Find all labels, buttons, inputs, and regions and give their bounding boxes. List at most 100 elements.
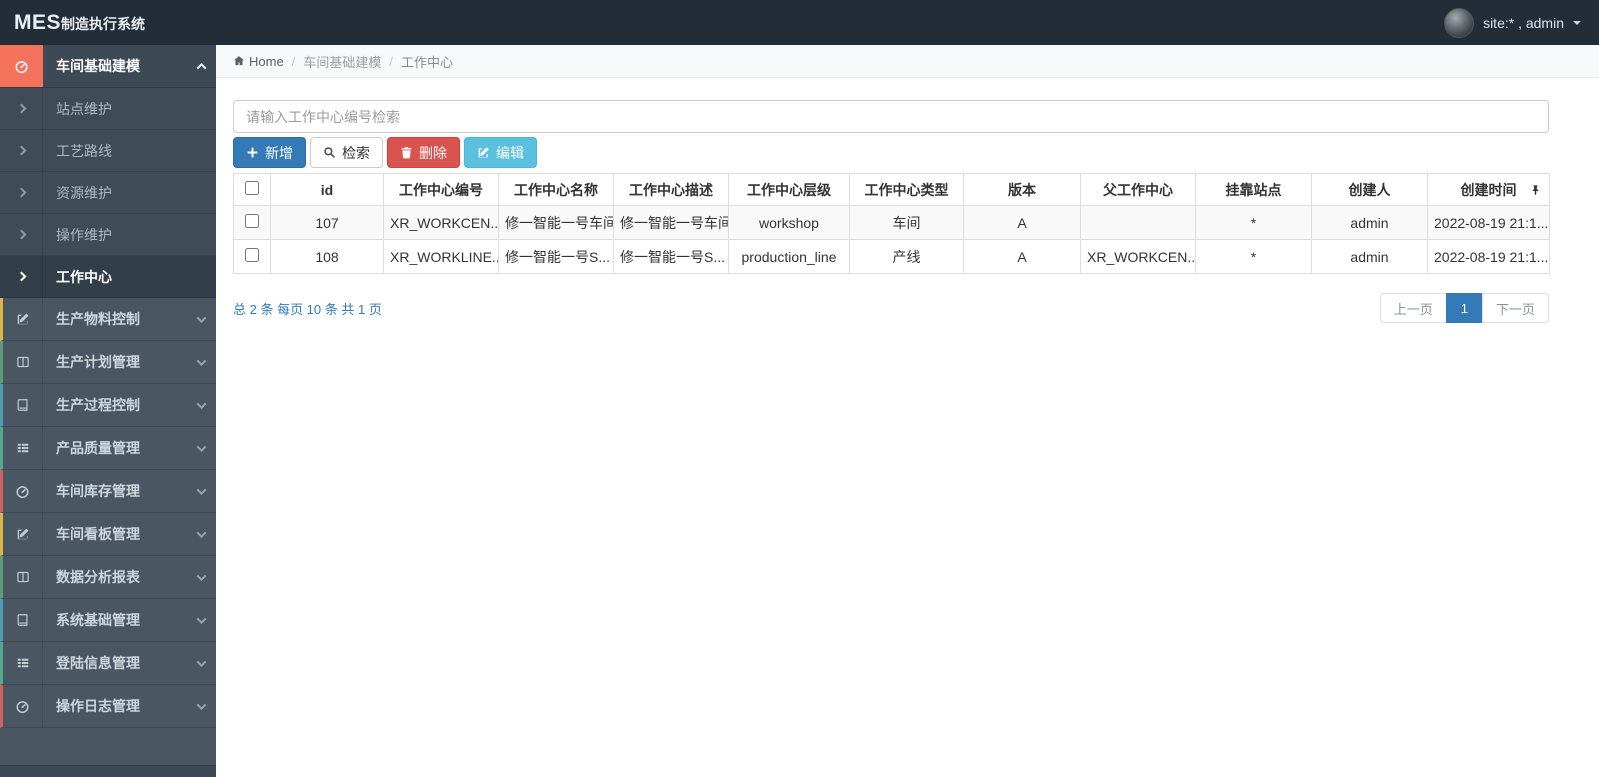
column-header-code: 工作中心编号 <box>383 173 499 206</box>
sidebar-section-label: 车间库存管理 <box>56 483 140 499</box>
cell-level: workshop <box>728 205 850 240</box>
cell-site: * <box>1195 239 1312 274</box>
column-header-description: 工作中心描述 <box>613 173 729 206</box>
column-header-created-time-label: 创建时间 <box>1460 181 1517 198</box>
sidebar-section-label: 车间看板管理 <box>56 526 140 542</box>
sidebar-section-inventory-management[interactable]: 车间库存管理 <box>0 470 216 513</box>
chevron-down-icon <box>186 642 216 684</box>
row-checkbox[interactable] <box>245 248 259 262</box>
caret-down-icon <box>1573 20 1581 25</box>
sidebar-section-plan-management[interactable]: 生产计划管理 <box>0 341 216 384</box>
trash-icon <box>400 146 413 159</box>
column-header-parent: 父工作中心 <box>1080 173 1196 206</box>
sidebar-section-label: 数据分析报表 <box>56 569 140 585</box>
delete-button[interactable]: 删除 <box>387 137 460 168</box>
page-1-button[interactable]: 1 <box>1445 293 1483 323</box>
sidebar: 车间基础建模 站点维护 工艺路线 资源维护 操作维护 工作中心 生产物料控制 生… <box>0 45 216 777</box>
user-menu[interactable]: site:* , admin <box>1444 7 1599 38</box>
select-all-checkbox[interactable] <box>245 181 259 195</box>
user-menu-label: site:* , admin <box>1483 14 1564 31</box>
cell-name: 修一智能一号S... <box>498 239 614 274</box>
search-button[interactable]: 检索 <box>310 137 383 168</box>
columns-icon <box>3 556 43 598</box>
cell-type: 车间 <box>849 205 964 240</box>
sidebar-section-operation-logs[interactable]: 操作日志管理 <box>0 685 216 728</box>
cell-created-time: 2022-08-19 21:1... <box>1427 239 1550 274</box>
column-header-version: 版本 <box>963 173 1081 206</box>
sidebar-item-label: 站点维护 <box>56 100 112 117</box>
column-header-created-time: 创建时间 <box>1427 173 1550 206</box>
chevron-down-icon <box>186 341 216 383</box>
sidebar-item-work-center[interactable]: 工作中心 <box>0 256 216 298</box>
sidebar-item-operation-maintenance[interactable]: 操作维护 <box>0 214 216 256</box>
sidebar-section-login-info[interactable]: 登陆信息管理 <box>0 642 216 685</box>
cell-name: 修一智能一号车间 <box>498 205 614 240</box>
sidebar-section-label: 产品质量管理 <box>56 440 140 456</box>
chevron-down-icon <box>186 599 216 641</box>
chevron-down-icon <box>186 298 216 340</box>
book-icon <box>3 384 43 426</box>
sidebar-clipped-item <box>0 765 216 777</box>
work-center-table: id 工作中心编号 工作中心名称 工作中心描述 工作中心层级 工作中心类型 版本… <box>233 173 1550 274</box>
pin-column-icon[interactable] <box>1530 184 1541 196</box>
breadcrumb-separator: / <box>291 53 296 69</box>
search-input[interactable] <box>233 100 1549 133</box>
delete-button-label: 删除 <box>419 144 447 161</box>
pagination-summary: 总 2 条 每页 10 条 共 1 页 <box>233 301 382 317</box>
sidebar-section-quality-management[interactable]: 产品质量管理 <box>0 427 216 470</box>
sidebar-section-workshop-modeling[interactable]: 车间基础建模 <box>0 45 216 88</box>
row-checkbox[interactable] <box>245 214 259 228</box>
search-icon <box>323 146 336 159</box>
columns-icon <box>3 341 43 383</box>
add-button[interactable]: 新增 <box>233 137 306 168</box>
app-logo[interactable]: MES制造执行系统 <box>0 11 216 35</box>
sidebar-section-material-control[interactable]: 生产物料控制 <box>0 298 216 341</box>
edit-button[interactable]: 编辑 <box>464 137 537 168</box>
chevron-down-icon <box>186 556 216 598</box>
sidebar-section-analytics-reports[interactable]: 数据分析报表 <box>0 556 216 599</box>
column-header-type: 工作中心类型 <box>849 173 964 206</box>
sidebar-item-label: 资源维护 <box>56 184 112 201</box>
sidebar-section-label: 登陆信息管理 <box>56 655 140 671</box>
sidebar-item-process-route[interactable]: 工艺路线 <box>0 130 216 172</box>
plus-icon <box>246 146 259 159</box>
breadcrumb-separator: / <box>389 53 393 69</box>
dashboard-icon <box>3 470 43 512</box>
breadcrumb-section-link[interactable]: 车间基础建模 <box>303 52 381 71</box>
sidebar-section-label: 操作日志管理 <box>56 698 140 714</box>
column-header-id: id <box>270 173 384 206</box>
column-header-name: 工作中心名称 <box>498 173 614 206</box>
chevron-down-icon <box>186 685 216 727</box>
angle-right-icon <box>0 256 43 297</box>
top-bar: MES制造执行系统 site:* , admin <box>0 0 1599 45</box>
edit-icon <box>477 146 490 159</box>
cell-description: 修一智能一号车间 <box>613 205 729 240</box>
sidebar-section-process-control[interactable]: 生产过程控制 <box>0 384 216 427</box>
cell-code: XR_WORKLINE... <box>383 239 499 274</box>
angle-right-icon <box>0 88 43 129</box>
cell-description: 修一智能一号S... <box>613 239 729 274</box>
next-page-button[interactable]: 下一页 <box>1481 293 1549 323</box>
dashboard-icon <box>3 685 43 727</box>
cell-type: 产线 <box>849 239 964 274</box>
user-avatar <box>1444 7 1475 38</box>
home-icon <box>233 55 245 67</box>
sidebar-section-system-management[interactable]: 系统基础管理 <box>0 599 216 642</box>
list-icon <box>3 642 43 684</box>
sidebar-item-resource-maintenance[interactable]: 资源维护 <box>0 172 216 214</box>
book-icon <box>3 599 43 641</box>
cell-code: XR_WORKCEN... <box>383 205 499 240</box>
column-header-creator: 创建人 <box>1311 173 1428 206</box>
pencil-square-icon <box>3 298 43 340</box>
cell-level: production_line <box>728 239 850 274</box>
angle-right-icon <box>0 130 43 171</box>
table-row: 108 XR_WORKLINE... 修一智能一号S... 修一智能一号S...… <box>233 239 1550 274</box>
sidebar-section-kanban-management[interactable]: 车间看板管理 <box>0 513 216 556</box>
app-logo-rest: 制造执行系统 <box>61 15 146 32</box>
prev-page-button[interactable]: 上一页 <box>1379 293 1447 323</box>
sidebar-item-site-maintenance[interactable]: 站点维护 <box>0 88 216 130</box>
cell-version: A <box>963 205 1081 240</box>
breadcrumb-home-link[interactable]: Home <box>233 54 284 69</box>
toolbar: 新增 检索 删除 编辑 <box>233 137 1549 168</box>
column-header-level: 工作中心层级 <box>728 173 850 206</box>
